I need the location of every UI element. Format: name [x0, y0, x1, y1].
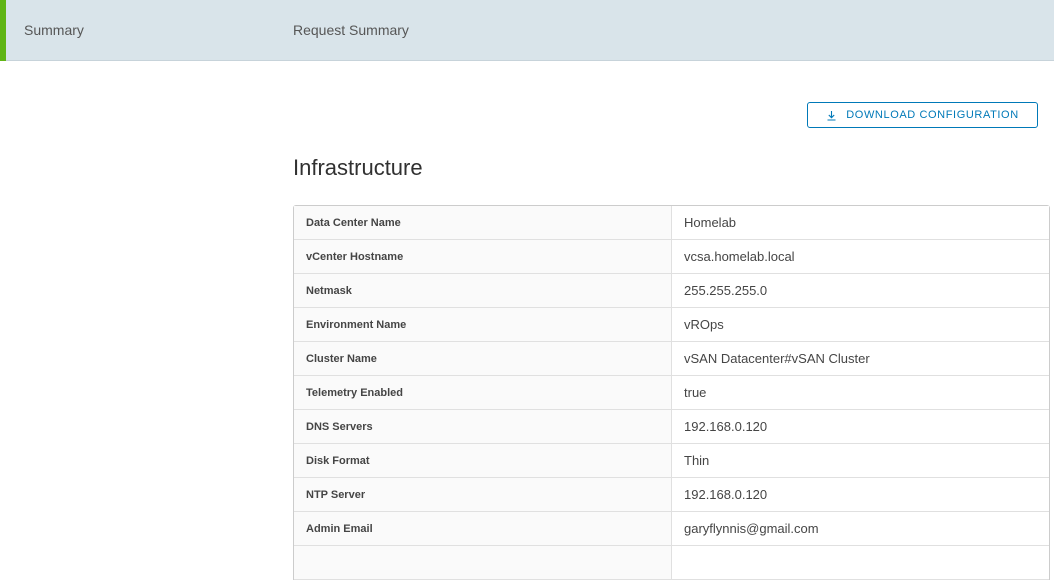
wizard-step-summary[interactable]: Summary: [24, 22, 84, 38]
download-configuration-label: DOWNLOAD CONFIGURATION: [846, 109, 1019, 121]
row-value: 192.168.0.120: [672, 478, 1049, 511]
row-key: Admin Email: [294, 512, 672, 545]
active-step-indicator: [0, 0, 6, 61]
row-value: Homelab: [672, 206, 1049, 239]
row-value: 192.168.0.120: [672, 410, 1049, 443]
table-row: DNS Servers 192.168.0.120: [294, 410, 1049, 444]
row-value: [672, 546, 1049, 579]
table-row: Cluster Name vSAN Datacenter#vSAN Cluste…: [294, 342, 1049, 376]
row-value: vcsa.homelab.local: [672, 240, 1049, 273]
table-row: [294, 546, 1049, 580]
row-key: vCenter Hostname: [294, 240, 672, 273]
row-value: vSAN Datacenter#vSAN Cluster: [672, 342, 1049, 375]
table-row: Telemetry Enabled true: [294, 376, 1049, 410]
table-row: vCenter Hostname vcsa.homelab.local: [294, 240, 1049, 274]
wizard-header: Summary Request Summary: [0, 0, 1054, 61]
row-key: [294, 546, 672, 579]
row-key: Telemetry Enabled: [294, 376, 672, 409]
row-key: Disk Format: [294, 444, 672, 477]
row-key: NTP Server: [294, 478, 672, 511]
section-title: Infrastructure: [293, 155, 423, 180]
download-configuration-button[interactable]: DOWNLOAD CONFIGURATION: [807, 102, 1038, 128]
page-title: Request Summary: [293, 22, 409, 38]
row-key: DNS Servers: [294, 410, 672, 443]
table-row: Admin Email garyflynnis@gmail.com: [294, 512, 1049, 546]
row-value: vROps: [672, 308, 1049, 341]
row-key: Data Center Name: [294, 206, 672, 239]
row-key: Environment Name: [294, 308, 672, 341]
row-value: true: [672, 376, 1049, 409]
row-key: Netmask: [294, 274, 672, 307]
table-row: Disk Format Thin: [294, 444, 1049, 478]
row-key: Cluster Name: [294, 342, 672, 375]
table-row: Environment Name vROps: [294, 308, 1049, 342]
table-row: NTP Server 192.168.0.120: [294, 478, 1049, 512]
row-value: garyflynnis@gmail.com: [672, 512, 1049, 545]
table-row: Data Center Name Homelab: [294, 206, 1049, 240]
row-value: Thin: [672, 444, 1049, 477]
summary-table: Data Center Name Homelab vCenter Hostnam…: [293, 205, 1050, 580]
download-icon: [826, 110, 837, 121]
row-value: 255.255.255.0: [672, 274, 1049, 307]
table-row: Netmask 255.255.255.0: [294, 274, 1049, 308]
